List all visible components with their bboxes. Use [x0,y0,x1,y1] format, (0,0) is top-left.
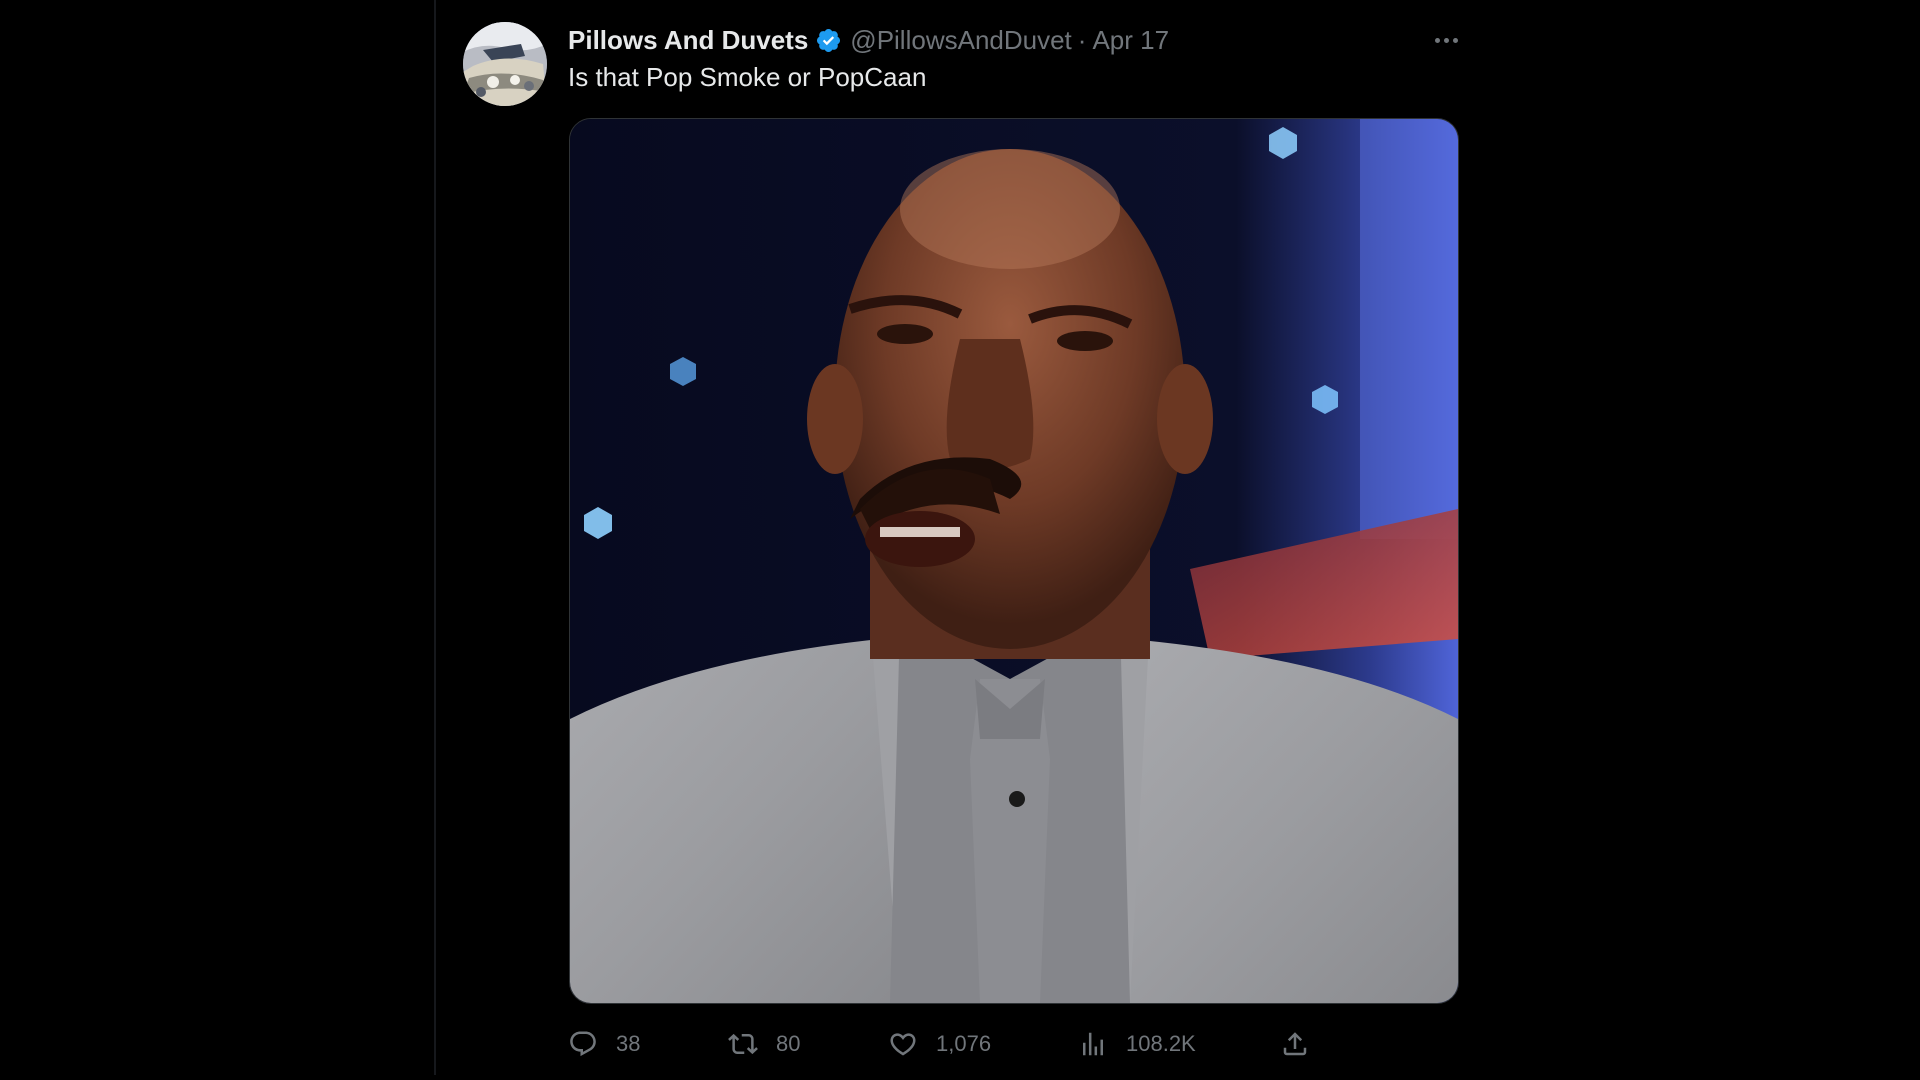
tweet[interactable]: Pillows And Duvets @PillowsAndDuvet · Ap… [436,0,1476,1080]
retweet-icon [728,1033,758,1055]
views-button[interactable]: 108.2K [1078,1024,1196,1064]
display-name[interactable]: Pillows And Duvets [568,25,808,56]
reply-count: 38 [616,1031,641,1056]
separator-dot: · [1077,24,1087,55]
reply-button[interactable]: 38 [568,1024,640,1064]
reply-icon [570,1031,596,1057]
tweet-text: Is that Pop Smoke or PopCaan [568,62,927,92]
tweet-actions: 38 80 1,076 108.2K [568,1024,1468,1064]
more-dot [1443,37,1449,43]
verified-badge-icon[interactable] [815,27,842,54]
share-icon [1283,1032,1307,1056]
views-count: 108.2K [1126,1031,1196,1056]
retweet-button[interactable]: 80 [728,1024,800,1064]
tweet-header: Pillows And Duvets @PillowsAndDuvet · Ap… [568,24,1169,56]
avatar[interactable] [463,22,547,106]
tweet-date[interactable]: Apr 17 [1092,25,1169,56]
more-dot [1434,37,1440,43]
views-icon [1083,1032,1103,1056]
more-options-icon[interactable] [1426,24,1466,56]
share-button[interactable] [1280,1024,1310,1064]
more-dot [1452,37,1458,43]
user-handle[interactable]: @PillowsAndDuvet [850,25,1071,56]
heart-icon [890,1033,916,1056]
tweet-media-photo[interactable] [569,118,1459,1004]
like-count: 1,076 [936,1031,992,1056]
like-button[interactable]: 1,076 [888,1024,991,1064]
retweet-count: 80 [776,1031,801,1056]
